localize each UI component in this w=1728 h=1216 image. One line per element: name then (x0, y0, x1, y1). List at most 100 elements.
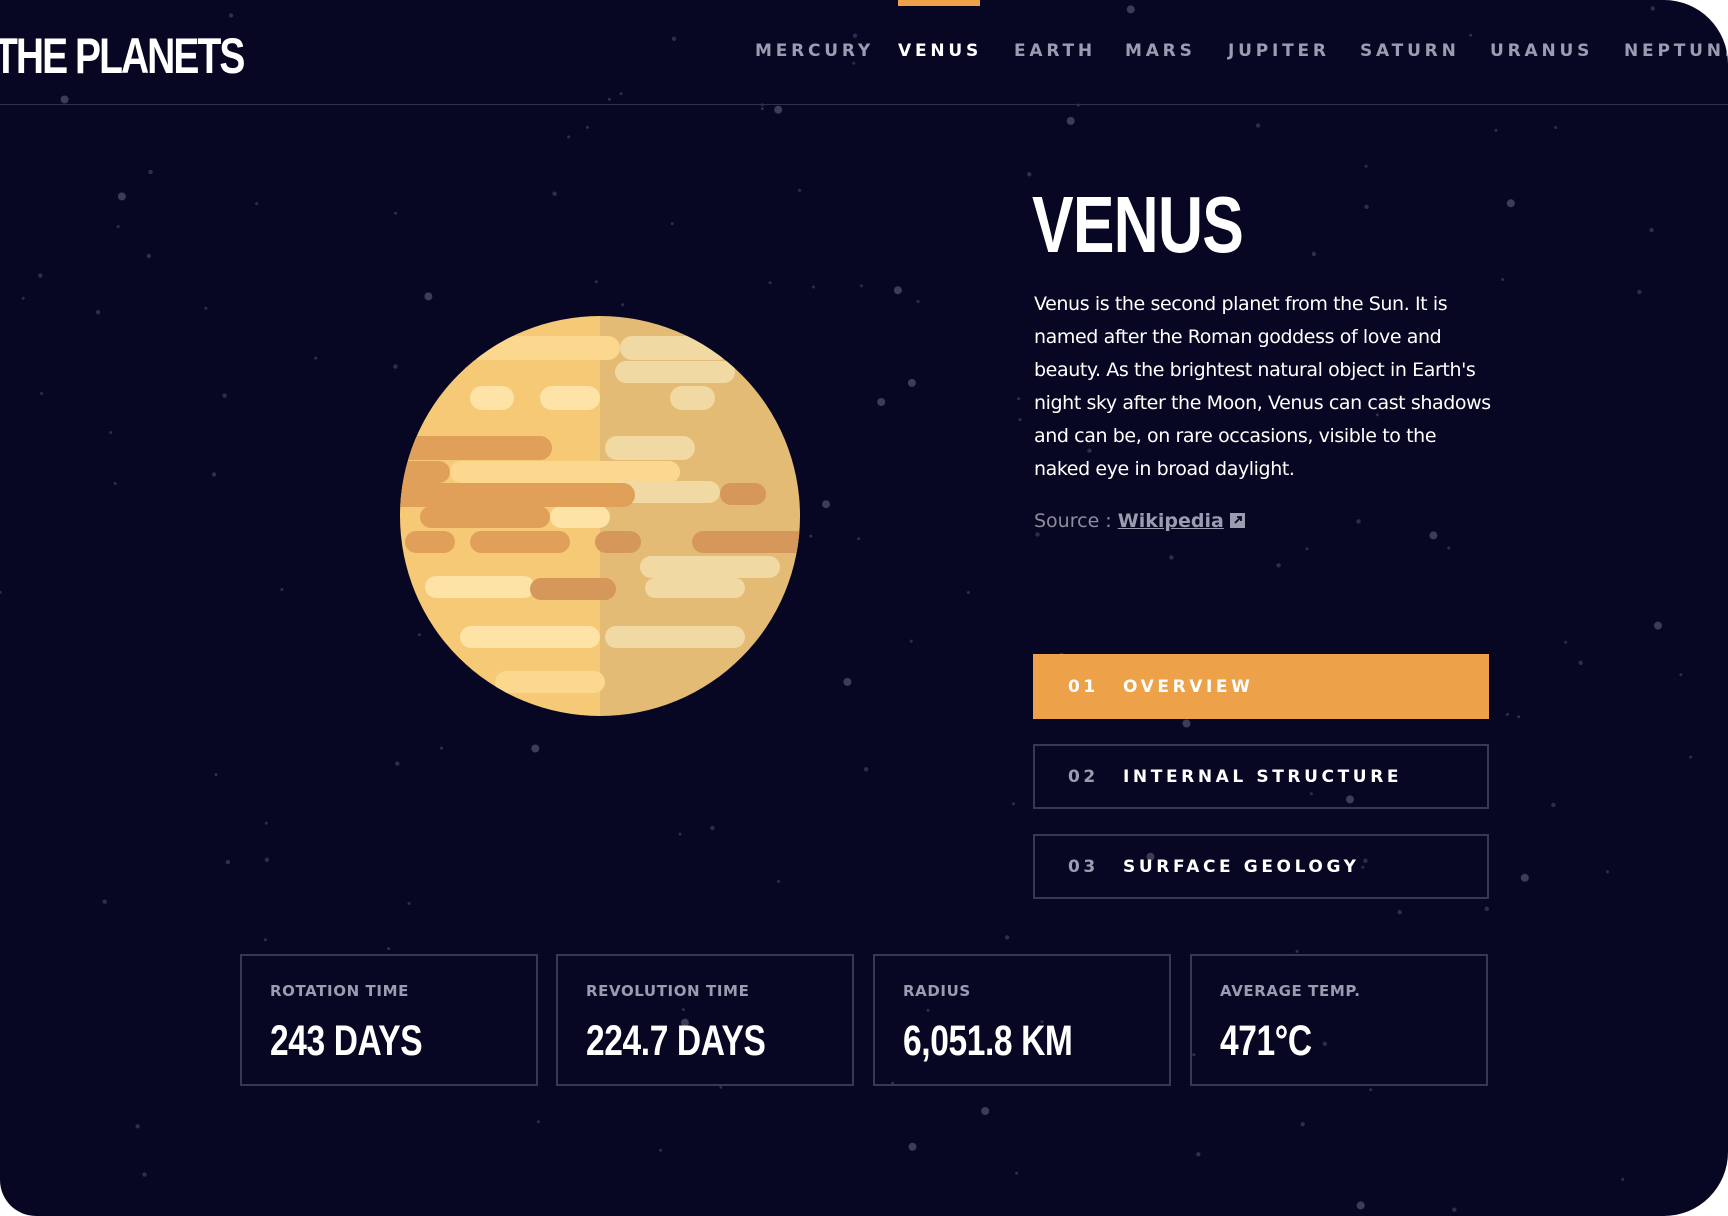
star (1015, 1171, 1019, 1175)
star (1484, 906, 1490, 911)
tab-label: OVERVIEW (1123, 677, 1254, 697)
star (777, 880, 780, 883)
nav-item-neptune[interactable]: NEPTUNE (1624, 38, 1728, 64)
nav-item-earth[interactable]: EARTH (1014, 38, 1096, 64)
star (440, 746, 443, 750)
star (719, 1085, 723, 1089)
star (536, 1120, 540, 1124)
tab-surface-geology[interactable]: 03 SURFACE GEOLOGY (1033, 834, 1489, 899)
star (102, 899, 107, 904)
external-link-icon[interactable] (1229, 513, 1245, 528)
star (857, 537, 861, 541)
star (1169, 555, 1174, 560)
tab-number: 03 (1068, 857, 1099, 877)
star (148, 169, 153, 175)
star (1018, 418, 1022, 422)
star (774, 105, 783, 114)
star (1654, 621, 1662, 630)
star (1637, 289, 1642, 295)
star (1276, 563, 1281, 568)
star (1679, 673, 1683, 677)
star (1554, 126, 1558, 129)
star (567, 135, 571, 139)
star (1551, 802, 1556, 808)
star (1505, 712, 1509, 716)
star (255, 202, 259, 206)
star (670, 222, 674, 226)
star (966, 591, 970, 594)
stat-value: 6,051.8 KM (903, 1017, 1073, 1065)
source-attribution: Source : Wikipedia (1034, 506, 1245, 536)
star (1494, 128, 1498, 132)
star (225, 859, 231, 865)
star (1305, 547, 1309, 551)
stat-card-average-temp: AVERAGE TEMP. 471°C (1190, 954, 1488, 1086)
stat-card-radius: RADIUS 6,051.8 KM (873, 954, 1171, 1086)
star (860, 284, 863, 288)
star (1356, 1201, 1365, 1210)
star (531, 744, 540, 753)
venus-planet-illustration (400, 316, 800, 716)
star (394, 211, 398, 215)
stat-label: AVERAGE TEMP. (1220, 982, 1361, 1000)
star (395, 761, 400, 766)
star (768, 281, 772, 285)
star (1255, 123, 1261, 128)
star (1447, 546, 1451, 550)
star (981, 1107, 990, 1115)
star (843, 677, 852, 686)
star (659, 1148, 663, 1152)
star (1364, 204, 1369, 209)
star (142, 1172, 147, 1177)
nav-item-venus[interactable]: VENUS (898, 38, 982, 64)
nav-item-mercury[interactable]: MERCURY (755, 38, 874, 64)
star (1356, 519, 1361, 524)
star (1364, 164, 1368, 168)
star (1017, 397, 1021, 401)
stat-label: RADIUS (903, 982, 971, 1000)
star (264, 821, 268, 825)
star (1606, 870, 1609, 874)
star (95, 310, 101, 315)
star (109, 431, 113, 434)
star (907, 378, 916, 387)
star (916, 300, 920, 303)
star (908, 1142, 917, 1151)
star (864, 767, 869, 772)
tab-overview[interactable]: 01 OVERVIEW (1033, 654, 1489, 719)
star (1517, 715, 1521, 719)
star (594, 280, 598, 284)
star (877, 398, 886, 406)
star (222, 393, 227, 398)
star (211, 472, 217, 477)
star (1578, 660, 1583, 665)
star (678, 832, 682, 836)
stat-value: 471°C (1220, 1017, 1312, 1065)
star (552, 191, 557, 196)
site-header: THE PLANETS MERCURY VENUS EARTH MARS JUP… (0, 0, 1728, 105)
nav-item-saturn[interactable]: SATURN (1360, 38, 1460, 64)
star (1311, 251, 1317, 257)
wikipedia-link[interactable]: Wikipedia (1118, 510, 1224, 532)
stat-card-rotation-time: ROTATION TIME 243 DAYS (240, 954, 538, 1086)
star (314, 356, 318, 360)
app-screen: THE PLANETS MERCURY VENUS EARTH MARS JUP… (0, 0, 1728, 1216)
star (263, 938, 267, 942)
tab-internal-structure[interactable]: 02 INTERNAL STRUCTURE (1033, 744, 1489, 809)
star (1196, 1152, 1201, 1157)
star (1520, 873, 1529, 882)
star (585, 125, 589, 129)
tab-label: INTERNAL STRUCTURE (1123, 767, 1403, 787)
star (1182, 719, 1191, 728)
star (1295, 949, 1299, 953)
stat-value: 224.7 DAYS (586, 1017, 766, 1065)
star (146, 253, 151, 259)
star (117, 192, 126, 201)
star (1649, 227, 1654, 233)
nav-item-uranus[interactable]: URANUS (1490, 38, 1593, 64)
star (113, 482, 117, 485)
nav-item-mars[interactable]: MARS (1125, 38, 1196, 64)
active-nav-indicator (898, 0, 980, 6)
nav-item-jupiter[interactable]: JUPITER (1228, 38, 1330, 64)
star (1066, 116, 1075, 125)
